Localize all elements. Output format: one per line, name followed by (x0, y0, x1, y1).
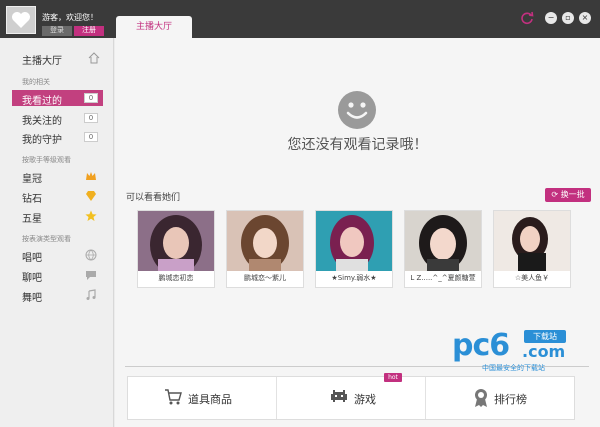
pc6-watermark: pc6 下载站 .com 中国最安全的下载站 (452, 328, 572, 372)
anchor-card[interactable]: 鹏城恋初恋 (137, 210, 215, 288)
sidebar-item-followed[interactable]: 我关注的 0 (12, 110, 103, 127)
change-batch-label: 换一批 (560, 190, 585, 199)
welcome-text: 游客，欢迎您！ (42, 13, 98, 22)
heart-icon (12, 12, 30, 28)
diamond-icon (86, 191, 96, 201)
sidebar-item-label: 聊吧 (22, 273, 42, 284)
music-icon (86, 289, 96, 300)
sidebar-item-anchor-hall[interactable]: 主播大厅 (0, 48, 114, 68)
refresh-icon[interactable] (520, 11, 534, 25)
anchor-photo (316, 211, 392, 271)
anchor-photo (494, 211, 570, 271)
props-shop-button[interactable]: 道具商品 (128, 377, 277, 419)
globe-icon (85, 249, 97, 261)
games-button[interactable]: hot 游戏 (277, 373, 426, 419)
anchor-name: 鹏城恋～紫儿 (244, 274, 286, 282)
sidebar-item-watched[interactable]: 我看过的 0 (12, 90, 103, 107)
change-batch-button[interactable]: ⟳ 换一批 (545, 188, 591, 202)
props-shop-label: 道具商品 (188, 393, 232, 406)
count-badge: 0 (84, 93, 98, 103)
sidebar-item-label: 舞吧 (22, 293, 42, 304)
anchor-photo (227, 211, 303, 271)
sidebar-item-dance[interactable]: 舞吧 (12, 287, 103, 304)
sidebar-item-label: 我的守护 (22, 135, 62, 146)
sidebar-item-label: 我看过的 (22, 96, 62, 107)
anchor-card[interactable]: ☆美人鱼￥ (493, 210, 571, 288)
sidebar-item-crown[interactable]: 皇冠 (12, 168, 103, 185)
anchor-photo (405, 211, 481, 271)
crown-icon (86, 172, 96, 180)
anchor-name: 鹏城恋初恋 (158, 274, 194, 282)
ranking-label: 排行榜 (494, 393, 527, 406)
sidebar-item-guard[interactable]: 我的守护 0 (12, 129, 103, 146)
section-mine: 我的相关 (22, 78, 50, 86)
games-label: 游戏 (354, 393, 376, 406)
sidebar-item-diamond[interactable]: 钻石 (12, 188, 103, 205)
count-badge: 0 (84, 132, 98, 142)
empty-history-text: 您还没有观看记录哦！ (287, 137, 428, 153)
minimize-button[interactable]: − (545, 12, 557, 24)
home-icon (88, 52, 100, 64)
sidebar-item-chat[interactable]: 聊吧 (12, 267, 103, 284)
recommend-title: 可以看看她们 (126, 193, 181, 203)
anchor-photo (138, 211, 214, 271)
anchor-list: 鹏城恋初恋 鹏城恋～紫儿 ★Simy.弱水★ L Z.....^_^夏颜糖萱 ☆… (137, 210, 577, 288)
anchor-card[interactable]: ★Simy.弱水★ (315, 210, 393, 288)
avatar[interactable] (6, 6, 36, 34)
watermark-logo: pc6 (452, 328, 510, 363)
close-button[interactable]: × (579, 12, 591, 24)
sidebar-item-five-star[interactable]: 五星 (12, 208, 103, 225)
ranking-button[interactable]: 排行榜 (426, 377, 574, 419)
cart-icon (165, 389, 182, 405)
watermark-domain: .com (522, 342, 566, 361)
sidebar: 主播大厅 我的相关 我看过的 0 我关注的 0 我的守护 0 按歌手等级观看 皇… (0, 38, 114, 427)
sidebar-item-label: 钻石 (22, 194, 42, 205)
star-icon (85, 210, 97, 221)
game-invader-icon (331, 390, 347, 402)
register-button[interactable]: 注册 (74, 26, 104, 36)
refresh-icon: ⟳ (551, 190, 561, 199)
anchor-card[interactable]: L Z.....^_^夏颜糖萱 (404, 210, 482, 288)
smiley-icon (338, 91, 376, 129)
bottom-nav: 道具商品 hot 游戏 排行榜 (127, 373, 575, 420)
sidebar-item-label: 我关注的 (22, 116, 62, 127)
anchor-name: ☆美人鱼￥ (514, 274, 550, 282)
anchor-card[interactable]: 鹏城恋～紫儿 (226, 210, 304, 288)
sidebar-item-sing[interactable]: 唱吧 (12, 247, 103, 264)
title-bar: 游客，欢迎您！ 登录 注册 主播大厅 − ▫ × (0, 0, 600, 38)
sidebar-item-label: 五星 (22, 214, 42, 225)
section-type: 按表演类型观看 (22, 235, 71, 243)
maximize-button[interactable]: ▫ (562, 12, 574, 24)
anchor-name: ★Simy.弱水★ (331, 274, 377, 282)
anchor-name: L Z.....^_^夏颜糖萱 (410, 274, 476, 282)
sidebar-item-label: 主播大厅 (22, 56, 62, 67)
sidebar-item-label: 唱吧 (22, 253, 42, 264)
medal-icon (475, 389, 487, 407)
section-level: 按歌手等级观看 (22, 156, 71, 164)
login-button[interactable]: 登录 (42, 26, 72, 36)
watermark-slogan: 中国最安全的下载站 (482, 364, 545, 372)
count-badge: 0 (84, 113, 98, 123)
chat-icon (86, 271, 96, 280)
hot-badge: hot (384, 373, 402, 382)
tab-anchor-hall[interactable]: 主播大厅 (116, 16, 192, 38)
sidebar-item-label: 皇冠 (22, 174, 42, 185)
